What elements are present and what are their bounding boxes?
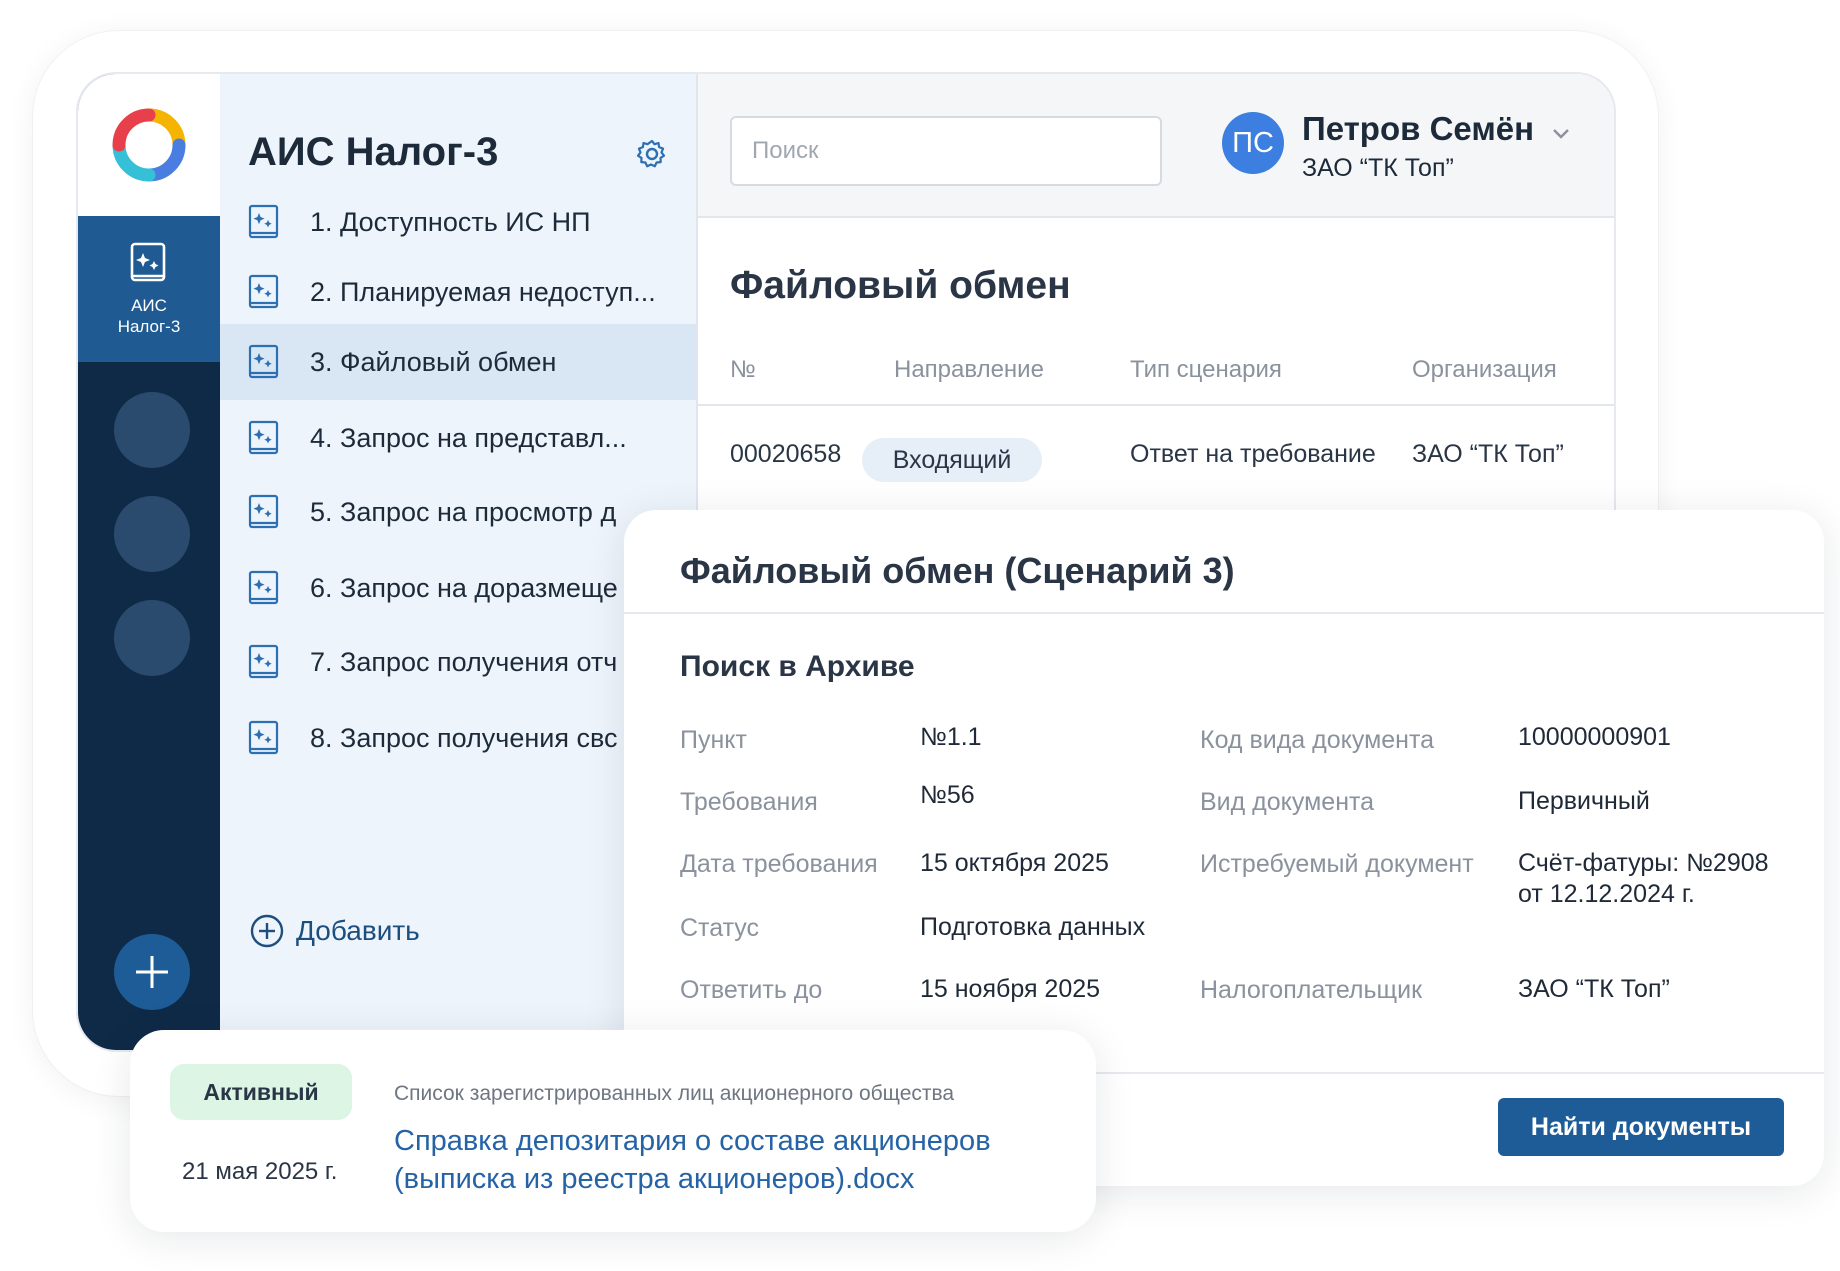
status-badge: Активный — [170, 1064, 352, 1120]
sidebar-item-1[interactable]: 1. Доступность ИС НП — [220, 184, 696, 260]
field-value: Счёт-фатуры: №2908 от 12.12.2024 г. — [1518, 849, 1769, 908]
document-sparkle-icon — [248, 494, 279, 529]
sidebar-item-2[interactable]: 2. Планируемая недоступ... — [220, 254, 696, 330]
rail-add-button[interactable] — [114, 934, 190, 1010]
rail-item-label: АИС Налог-3 — [117, 296, 181, 336]
field-value: ЗАО “ТК Топ” — [1518, 975, 1670, 1003]
detail-title: Файловый обмен (Сценарий 3) — [680, 550, 1235, 591]
document-card: Активный 21 мая 2025 г. Список зарегистр… — [130, 1030, 1096, 1232]
logo-icon — [112, 108, 186, 182]
sidebar-item-label: 3. Файловый обмен — [310, 346, 557, 377]
document-sparkle-icon — [248, 720, 279, 755]
field-value: 15 октября 2025 — [920, 849, 1109, 877]
direction-badge: Входящий — [862, 438, 1042, 482]
field-value: №1.1 — [920, 723, 982, 751]
divider — [624, 612, 1824, 614]
plus-icon — [136, 956, 168, 988]
sidebar-item-label: 7. Запрос получения отч — [310, 646, 618, 677]
sidebar-item-label: 2. Планируемая недоступ... — [310, 276, 656, 307]
field-label: Статус — [680, 914, 760, 942]
page-title: Файловый обмен — [730, 264, 1071, 307]
search-input[interactable] — [730, 116, 1162, 186]
document-date: 21 мая 2025 г. — [182, 1158, 338, 1185]
add-scenario-button[interactable]: Добавить — [250, 914, 420, 948]
plus-circle-icon — [250, 914, 284, 948]
document-sparkle-icon — [248, 344, 279, 379]
document-link[interactable]: Справка депозитария о составе акционеров… — [394, 1122, 1034, 1198]
field-label: Требования — [680, 788, 818, 816]
app-logo[interactable] — [78, 74, 220, 216]
panel-title: АИС Налог-3 — [248, 130, 499, 174]
sidebar-item-3[interactable]: 3. Файловый обмен — [220, 324, 696, 400]
find-documents-button[interactable]: Найти документы — [1498, 1098, 1784, 1156]
rail-item-placeholder[interactable] — [114, 496, 190, 572]
sidebar-item-label: 6. Запрос на доразмеще — [310, 572, 618, 603]
rail-item-placeholder[interactable] — [114, 392, 190, 468]
field-label: Налогоплательщик — [1200, 976, 1423, 1004]
user-name[interactable]: Петров Семён — [1302, 110, 1534, 148]
column-header-number[interactable]: № — [730, 356, 756, 384]
document-sparkle-icon — [248, 570, 279, 605]
field-value: 10000000901 — [1518, 723, 1671, 751]
avatar[interactable]: ПС — [1222, 112, 1284, 174]
sidebar-item-label: 8. Запрос получения свс — [310, 722, 618, 753]
cell-scenario: Ответ на требование — [1130, 440, 1376, 468]
field-label: Пункт — [680, 726, 747, 754]
cell-number: 00020658 — [730, 440, 842, 468]
chevron-down-icon[interactable] — [1550, 122, 1572, 144]
document-description: Список зарегистрированных лиц акционерно… — [394, 1082, 955, 1105]
field-value: №56 — [920, 781, 975, 809]
cell-organization: ЗАО “ТК Топ” — [1412, 440, 1564, 468]
rail-item-placeholder[interactable] — [114, 600, 190, 676]
document-sparkle-icon — [248, 420, 279, 455]
divider — [698, 404, 1614, 406]
field-label: Вид документа — [1200, 788, 1375, 816]
top-bar: ПС Петров Семён ЗАО “ТК Топ” — [698, 74, 1614, 218]
field-label: Ответить до — [680, 976, 823, 1004]
field-value: Первичный — [1518, 787, 1650, 815]
gear-icon[interactable] — [636, 138, 668, 170]
column-header-direction[interactable]: Направление — [894, 356, 1044, 384]
column-header-scenario[interactable]: Тип сценария — [1130, 356, 1282, 384]
add-label: Добавить — [296, 915, 420, 946]
field-label: Код вида документа — [1200, 726, 1435, 754]
rail-item-ais-nalog[interactable]: АИС Налог-3 — [78, 216, 220, 362]
field-label: Дата требования — [680, 850, 878, 878]
sidebar-item-label: 4. Запрос на представл... — [310, 422, 627, 453]
column-header-organization[interactable]: Организация — [1412, 356, 1557, 384]
sidebar-item-4[interactable]: 4. Запрос на представл... — [220, 400, 696, 476]
document-sparkle-icon — [248, 204, 279, 239]
field-value: 15 ноября 2025 — [920, 975, 1101, 1003]
sidebar-item-label: 5. Запрос на просмотр д — [310, 496, 617, 527]
document-sparkle-icon — [248, 644, 279, 679]
user-org: ЗАО “ТК Топ” — [1302, 154, 1454, 182]
field-label: Истребуемый документ — [1200, 850, 1474, 878]
sidebar-item-label: 1. Доступность ИС НП — [310, 206, 591, 237]
app-rail: АИС Налог-3 — [78, 74, 220, 1050]
section-title: Поиск в Архиве — [680, 650, 915, 683]
field-value: Подготовка данных — [920, 913, 1146, 941]
document-sparkle-icon — [130, 242, 166, 282]
document-sparkle-icon — [248, 274, 279, 309]
